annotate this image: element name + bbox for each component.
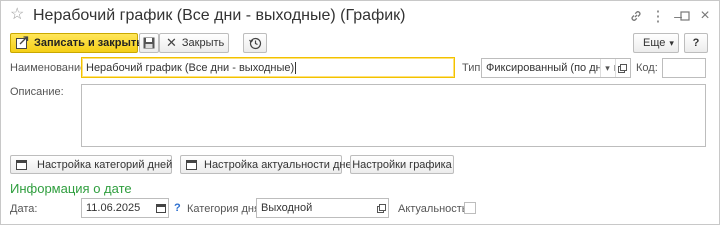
link-icon[interactable] (628, 8, 644, 24)
date-label: Дата: (10, 203, 38, 215)
help-label: ? (692, 37, 700, 49)
maximize-icon[interactable] (677, 8, 693, 24)
calendar-icon (16, 159, 27, 170)
type-dropdown-icon[interactable]: ▾ (600, 59, 614, 77)
category-field[interactable]: Выходной (256, 198, 389, 218)
chevron-down-icon: ▾ (669, 37, 674, 48)
help-button[interactable]: ? (684, 33, 708, 53)
schedule-settings-button[interactable]: Настройки графика (350, 155, 454, 174)
category-open-icon[interactable] (374, 199, 388, 217)
star-icon[interactable]: ☆ (10, 6, 24, 24)
history-icon (248, 37, 262, 50)
category-settings-button[interactable]: Настройка категорий дней (10, 155, 172, 174)
name-label: Наименование: (10, 62, 90, 74)
date-value: 11.06.2025 (86, 202, 141, 214)
relevance-checkbox[interactable] (464, 202, 476, 214)
description-field[interactable] (81, 84, 706, 147)
date-help-icon[interactable]: ? (174, 202, 181, 214)
type-open-icon[interactable] (615, 59, 629, 77)
name-field[interactable]: Нерабочий график (Все дни - выходные) (81, 57, 455, 78)
close-x-icon: ✕ (166, 35, 177, 50)
description-label: Описание: (10, 86, 64, 98)
save-button[interactable] (139, 33, 159, 53)
relevance-settings-label: Настройка актуальности дней (204, 158, 358, 171)
code-label: Код: (636, 62, 658, 74)
more-icon[interactable]: ⋮ (650, 8, 666, 25)
more-menu-button[interactable]: Еще ▾ (633, 33, 679, 53)
calendar-picker-icon[interactable] (154, 199, 168, 217)
date-info-heading: Информация о дате (10, 181, 132, 196)
category-settings-label: Настройка категорий дней (37, 158, 173, 171)
save-and-close-label: Записать и закрыть (34, 37, 144, 49)
schedule-settings-label: Настройки графика (352, 158, 452, 171)
relevance-settings-button[interactable]: Настройка актуальности дней (180, 155, 358, 174)
close-button[interactable]: ✕ Закрыть (159, 33, 229, 53)
floppy-disk-icon (143, 37, 155, 49)
calendar-icon (186, 159, 197, 170)
relevance-label: Актуальность: (398, 203, 471, 215)
code-field[interactable] (662, 58, 706, 78)
category-label: Категория дня: (187, 203, 263, 215)
form-window: ☆ Нерабочий график (Все дни - выходные) … (0, 0, 720, 225)
text-cursor (295, 61, 297, 74)
close-label: Закрыть (181, 37, 225, 49)
history-button[interactable] (243, 33, 267, 53)
name-value: Нерабочий график (Все дни - выходные) (86, 61, 295, 74)
save-and-close-icon (15, 36, 29, 50)
title-bar: ☆ Нерабочий график (Все дни - выходные) … (1, 1, 719, 31)
window-title: Нерабочий график (Все дни - выходные) (Г… (33, 7, 406, 24)
more-label: Еще (643, 37, 666, 49)
save-and-close-button[interactable]: Записать и закрыть (10, 33, 143, 53)
close-icon[interactable]: × (697, 7, 713, 24)
category-value: Выходной (261, 202, 313, 214)
